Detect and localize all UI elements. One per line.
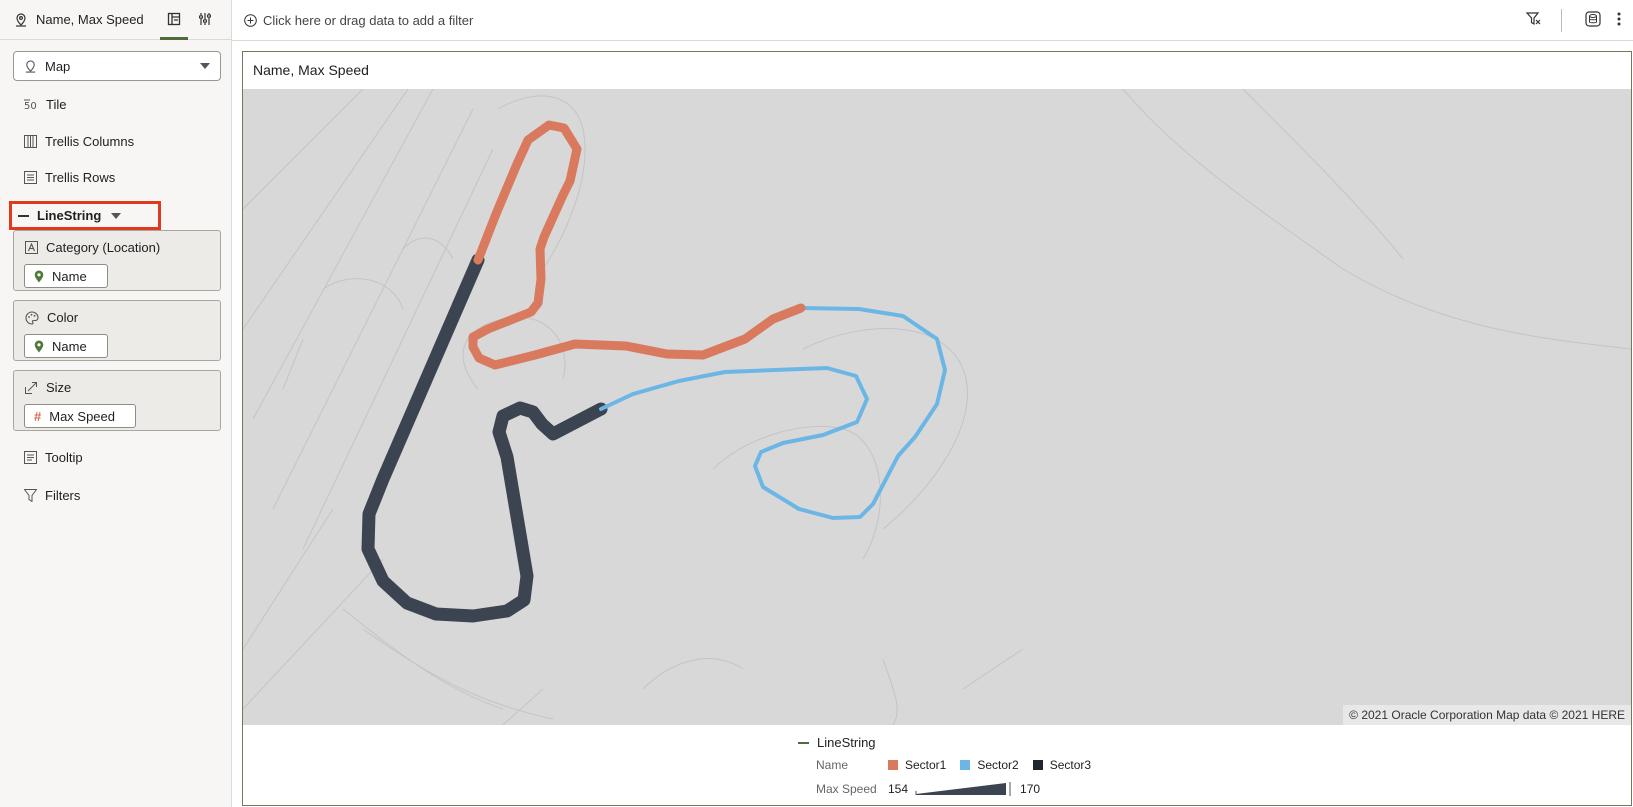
card-category-label: Category (Location) <box>46 240 161 255</box>
visualization-type-select[interactable]: Map <box>13 51 221 81</box>
pill-category-name[interactable]: Name <box>24 264 108 288</box>
legend-color-row: Name Sector1 Sector2 Sector3 <box>816 758 1105 772</box>
tooltip-label: Tooltip <box>45 449 83 465</box>
grammar-icon <box>167 12 181 26</box>
tooltip-icon <box>24 450 37 464</box>
filters-label: Filters <box>45 487 81 503</box>
drop-target-tooltip[interactable]: Tooltip <box>24 447 83 467</box>
map-attribution: © 2021 Oracle Corporation Map data © 202… <box>1343 705 1631 725</box>
legend-item-label: Sector1 <box>905 758 947 772</box>
legend-item-label: Sector3 <box>1049 758 1092 772</box>
visualization-title: Name, Max Speed <box>253 62 369 78</box>
card-category[interactable]: Category (Location) Name <box>13 230 221 291</box>
location-pin-icon <box>34 340 44 352</box>
map-svg[interactable] <box>243 89 1631 725</box>
pill-label: Name <box>52 268 87 284</box>
trellis-columns-label: Trellis Columns <box>45 133 135 149</box>
svg-text:50: 50 <box>24 101 37 110</box>
panel-header: Name, Max Speed <box>0 0 231 40</box>
palette-icon <box>25 310 39 325</box>
drop-target-filters[interactable]: Filters <box>24 485 80 505</box>
tile-icon: 50 <box>24 99 37 110</box>
grammar-panel: Name, Max Speed Map 50 Tile Trellis Colu… <box>0 0 232 807</box>
card-color[interactable]: Color Name <box>13 300 221 361</box>
card-size-title: Size <box>25 380 71 395</box>
visualization-type-label: Map <box>45 58 71 74</box>
card-size-label: Size <box>46 380 72 395</box>
legend-name-key: Name <box>816 758 849 772</box>
track-sector3[interactable] <box>361 253 608 623</box>
filter-clear-icon[interactable] <box>1526 11 1542 27</box>
category-icon <box>25 241 38 254</box>
filter-icon <box>24 488 37 502</box>
filter-bar-hint: Click here or drag data to add a filter <box>263 12 474 28</box>
size-wedge-icon <box>915 782 1011 796</box>
trellis-rows-icon <box>24 170 37 184</box>
pill-label: Max Speed <box>49 408 115 424</box>
drop-target-trellis-columns[interactable]: Trellis Columns <box>24 131 134 151</box>
location-pin-icon <box>25 59 36 73</box>
properties-icon <box>199 13 211 25</box>
chevron-down-icon <box>200 63 210 69</box>
pill-color-name[interactable]: Name <box>24 334 108 358</box>
trellis-rows-label: Trellis Rows <box>45 169 116 185</box>
pill-size-max-speed[interactable]: # Max Speed <box>24 404 136 428</box>
card-category-title: Category (Location) <box>25 240 160 255</box>
layer-label: LineString <box>37 208 102 223</box>
card-color-label: Color <box>47 310 79 325</box>
tile-label: Tile <box>46 96 67 112</box>
location-pin-icon <box>34 270 44 282</box>
hash-icon: # <box>34 408 42 424</box>
card-color-title: Color <box>25 310 78 325</box>
legend: LineString Name Sector1 Sector2 Sector3 <box>243 725 1631 805</box>
drop-target-tile[interactable]: 50 Tile <box>24 94 66 114</box>
track-sector2[interactable] <box>599 306 947 520</box>
map-view[interactable]: © 2021 Oracle Corporation Map data © 202… <box>243 89 1631 725</box>
legend-layer: LineString <box>798 735 876 750</box>
legend-item-sector2[interactable]: Sector2 <box>960 758 1019 772</box>
panel-title: Name, Max Speed <box>36 12 144 27</box>
legend-swatch <box>1032 760 1043 770</box>
toolbar-divider <box>1561 9 1562 32</box>
linestring-icon <box>18 214 29 217</box>
tab-properties[interactable] <box>194 8 216 30</box>
dataset-icon[interactable] <box>1585 11 1601 27</box>
chevron-down-icon[interactable] <box>111 212 122 219</box>
linestring-icon <box>798 741 809 744</box>
layer-selector-linestring[interactable]: LineString <box>9 201 161 230</box>
app: Name, Max Speed Map 50 Tile Trellis Colu… <box>0 0 1633 807</box>
legend-item-label: Sector2 <box>977 758 1019 772</box>
pill-label: Name <box>52 338 87 354</box>
card-size[interactable]: Size # Max Speed <box>13 370 221 431</box>
legend-size-min: 154 <box>888 782 909 796</box>
visualization-canvas[interactable]: Name, Max Speed © 2021 Oracle Corporatio… <box>242 51 1632 806</box>
legend-item-sector3[interactable]: Sector3 <box>1032 758 1092 772</box>
legend-size-row: Max Speed 154 170 <box>816 781 1040 797</box>
legend-size-key: Max Speed <box>816 782 877 796</box>
add-filter-icon[interactable] <box>244 13 257 27</box>
legend-item-sector1[interactable]: Sector1 <box>888 758 946 772</box>
tab-grammar[interactable] <box>160 8 188 40</box>
legend-swatch <box>960 760 971 770</box>
size-icon <box>25 382 37 394</box>
more-icon[interactable] <box>1616 11 1622 27</box>
legend-size-max: 170 <box>1020 782 1041 796</box>
drop-target-trellis-rows[interactable]: Trellis Rows <box>24 167 115 187</box>
filter-bar[interactable]: Click here or drag data to add a filter <box>232 0 1633 41</box>
legend-layer-label: LineString <box>817 735 876 750</box>
track-sector1[interactable] <box>468 120 806 370</box>
legend-swatch <box>888 760 898 770</box>
location-pin-icon <box>16 12 26 27</box>
trellis-columns-icon <box>24 134 37 148</box>
